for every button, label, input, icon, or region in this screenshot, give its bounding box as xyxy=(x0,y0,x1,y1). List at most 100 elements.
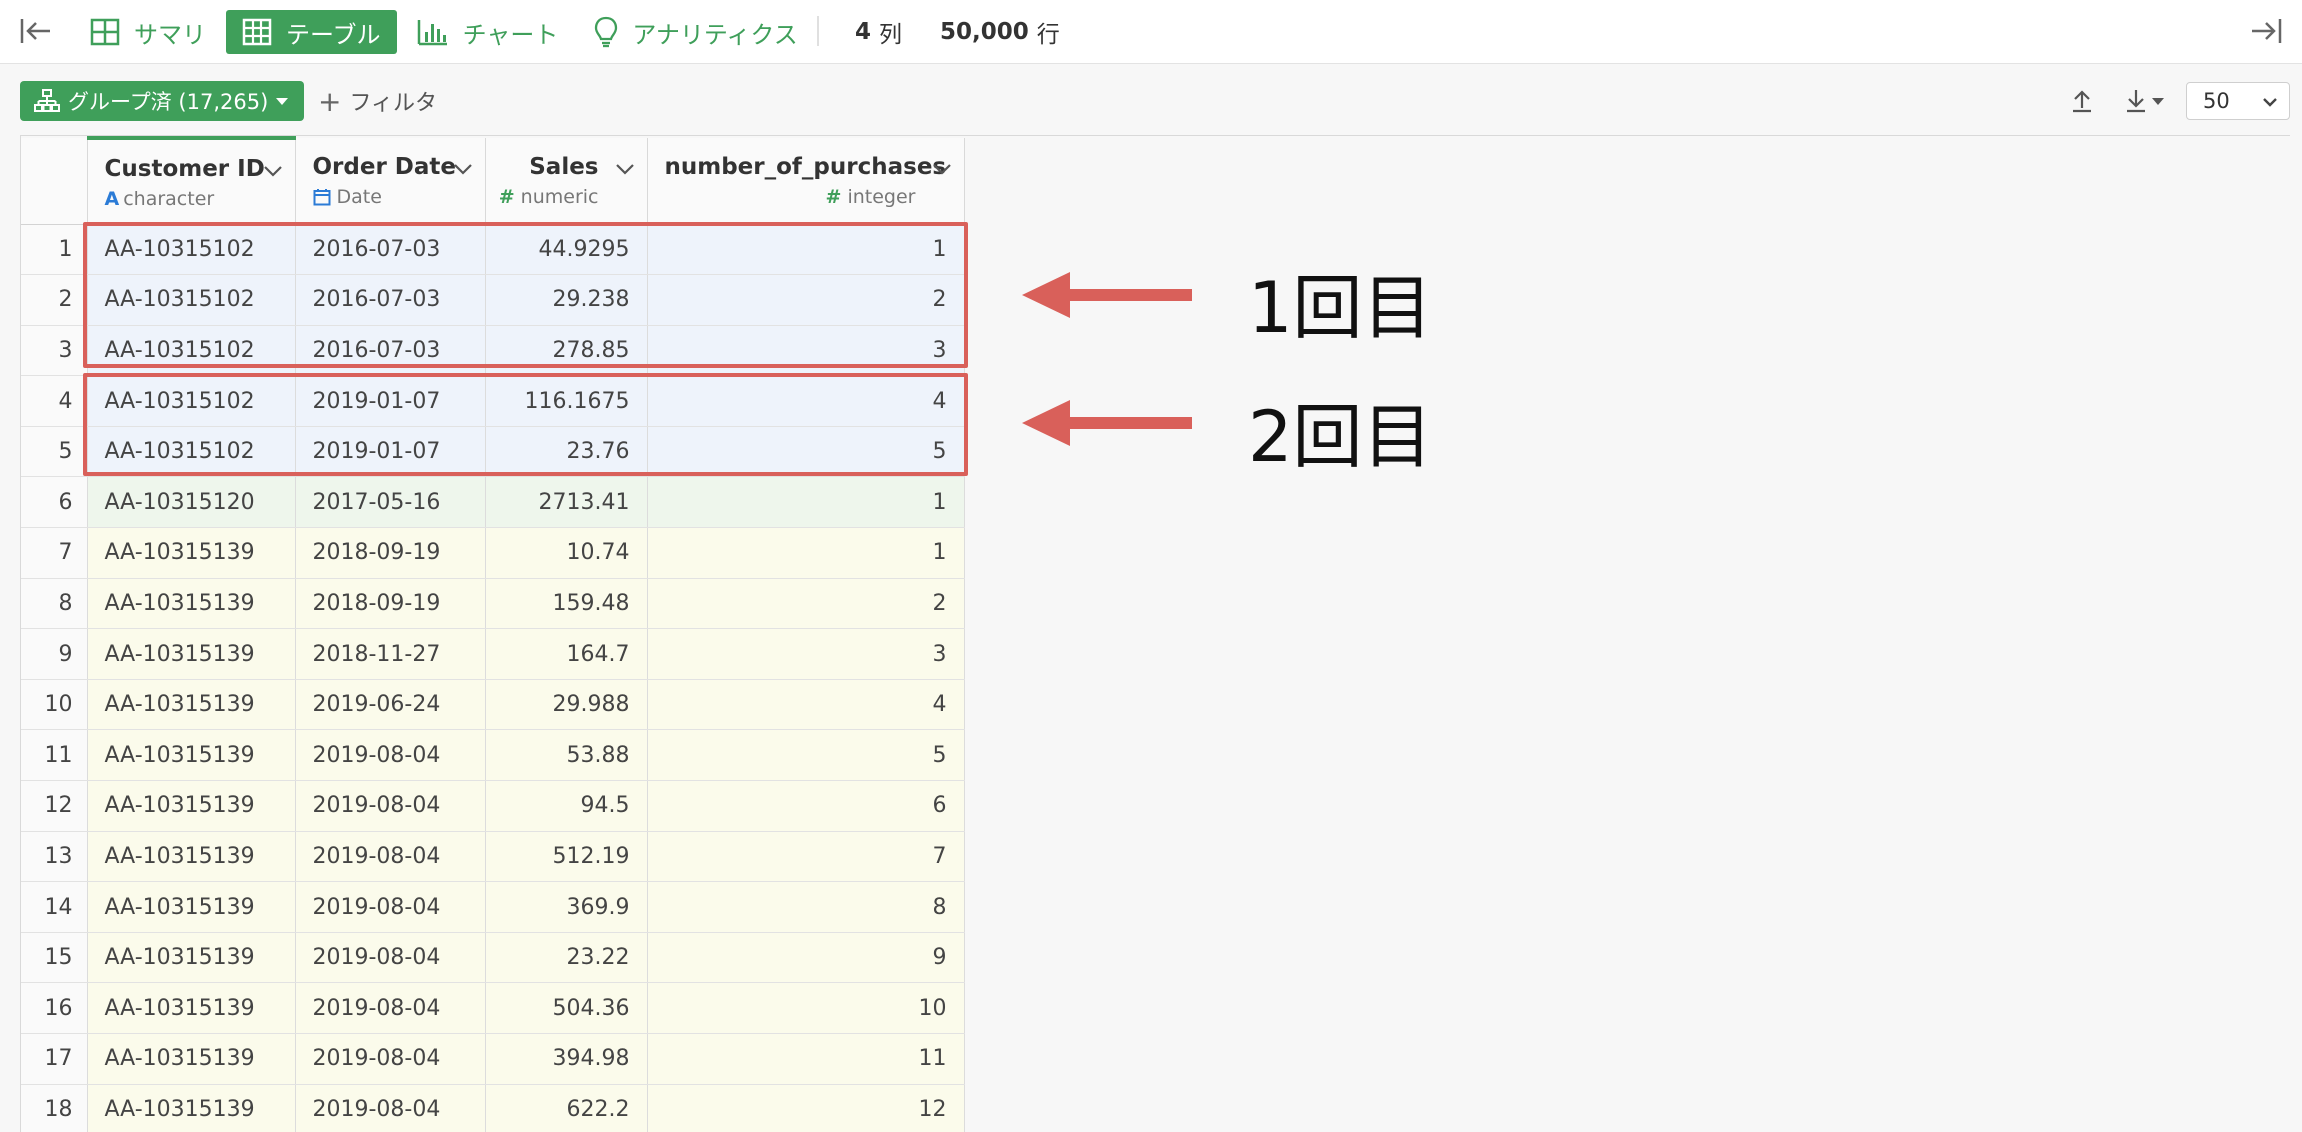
table-row[interactable]: 16 AA-10315139 2019-08-04 504.36 10 xyxy=(21,982,965,1034)
cell-sales[interactable]: 2713.41 xyxy=(485,476,648,529)
cell-order-date[interactable]: 2018-11-27 xyxy=(295,628,486,680)
cell-order-date[interactable]: 2019-08-04 xyxy=(295,831,486,883)
row-number[interactable]: 15 xyxy=(21,932,88,984)
table-row[interactable]: 8 AA-10315139 2018-09-19 159.48 2 xyxy=(21,578,965,630)
row-number[interactable]: 12 xyxy=(21,780,88,832)
collapse-right-icon[interactable] xyxy=(2250,16,2282,50)
upload-icon[interactable] xyxy=(2070,88,2094,118)
cell-order-date[interactable]: 2019-08-04 xyxy=(295,881,486,933)
cell-sales[interactable]: 164.7 xyxy=(485,628,648,680)
cell-sales[interactable]: 23.22 xyxy=(485,932,648,984)
row-number[interactable]: 9 xyxy=(21,628,88,680)
cell-customer-id[interactable]: AA-10315139 xyxy=(87,578,296,630)
cell-sales[interactable]: 53.88 xyxy=(485,729,648,782)
cell-sales[interactable]: 512.19 xyxy=(485,831,648,883)
cell-sales[interactable]: 622.2 xyxy=(485,1084,648,1132)
cell-customer-id[interactable]: AA-10315139 xyxy=(87,780,296,832)
chevron-down-icon[interactable] xyxy=(263,164,283,178)
cell-number-of-purchases[interactable]: 8 xyxy=(647,881,965,933)
cell-customer-id[interactable]: AA-10315120 xyxy=(87,476,296,529)
cell-order-date[interactable]: 2019-06-24 xyxy=(295,679,486,731)
cell-sales[interactable]: 369.9 xyxy=(485,881,648,933)
row-number[interactable]: 13 xyxy=(21,831,88,883)
cell-sales[interactable]: 29.988 xyxy=(485,679,648,731)
cell-number-of-purchases[interactable]: 11 xyxy=(647,1033,965,1085)
cell-customer-id[interactable]: AA-10315139 xyxy=(87,527,296,579)
chevron-down-icon[interactable] xyxy=(453,162,473,176)
cell-sales[interactable]: 94.5 xyxy=(485,780,648,832)
cell-customer-id[interactable]: AA-10315139 xyxy=(87,628,296,680)
table-row[interactable]: 17 AA-10315139 2019-08-04 394.98 11 xyxy=(21,1033,965,1085)
cell-order-date[interactable]: 2018-09-19 xyxy=(295,578,486,630)
grouped-button[interactable]: グループ済 (17,265) xyxy=(20,81,305,121)
cell-number-of-purchases[interactable]: 1 xyxy=(647,527,965,579)
table-row[interactable]: 15 AA-10315139 2019-08-04 23.22 9 xyxy=(21,932,965,984)
collapse-left-icon[interactable] xyxy=(20,16,52,50)
tab-summary[interactable]: サマリ xyxy=(74,10,222,54)
row-number[interactable]: 5 xyxy=(21,426,88,478)
cell-number-of-purchases[interactable]: 5 xyxy=(647,729,965,782)
cell-order-date[interactable]: 2019-08-04 xyxy=(295,729,486,782)
table-row[interactable]: 9 AA-10315139 2018-11-27 164.7 3 xyxy=(21,628,965,680)
column-header-customer-id[interactable]: Customer ID Acharacter xyxy=(87,136,296,225)
table-row[interactable]: 10 AA-10315139 2019-06-24 29.988 4 xyxy=(21,679,965,731)
cell-customer-id[interactable]: AA-10315139 xyxy=(87,982,296,1034)
row-number[interactable]: 7 xyxy=(21,527,88,579)
cell-order-date[interactable]: 2019-08-04 xyxy=(295,780,486,832)
row-number[interactable]: 17 xyxy=(21,1033,88,1085)
cell-number-of-purchases[interactable]: 3 xyxy=(647,628,965,680)
cell-customer-id[interactable]: AA-10315139 xyxy=(87,932,296,984)
row-number[interactable]: 10 xyxy=(21,679,88,731)
cell-order-date[interactable]: 2019-08-04 xyxy=(295,932,486,984)
row-number[interactable]: 16 xyxy=(21,982,88,1034)
table-row[interactable]: 6 AA-10315120 2017-05-16 2713.41 1 xyxy=(21,476,965,529)
row-number[interactable]: 1 xyxy=(21,224,88,276)
cell-sales[interactable]: 159.48 xyxy=(485,578,648,630)
cell-customer-id[interactable]: AA-10315139 xyxy=(87,679,296,731)
row-number[interactable]: 4 xyxy=(21,375,88,427)
chevron-down-icon[interactable] xyxy=(615,162,635,176)
table-row[interactable]: 11 AA-10315139 2019-08-04 53.88 5 xyxy=(21,729,965,782)
cell-customer-id[interactable]: AA-10315139 xyxy=(87,1033,296,1085)
cell-sales[interactable]: 504.36 xyxy=(485,982,648,1034)
cell-order-date[interactable]: 2017-05-16 xyxy=(295,476,486,529)
cell-order-date[interactable]: 2018-09-19 xyxy=(295,527,486,579)
cell-number-of-purchases[interactable]: 12 xyxy=(647,1084,965,1132)
table-row[interactable]: 12 AA-10315139 2019-08-04 94.5 6 xyxy=(21,780,965,832)
cell-number-of-purchases[interactable]: 7 xyxy=(647,831,965,883)
column-header-order-date[interactable]: Order Date Date xyxy=(295,138,486,225)
cell-number-of-purchases[interactable]: 6 xyxy=(647,780,965,832)
tab-chart[interactable]: チャート xyxy=(401,10,575,54)
cell-sales[interactable]: 10.74 xyxy=(485,527,648,579)
cell-number-of-purchases[interactable]: 1 xyxy=(647,476,965,529)
row-number[interactable]: 14 xyxy=(21,881,88,933)
row-number[interactable]: 11 xyxy=(21,729,88,782)
filter-button[interactable]: + フィルタ xyxy=(318,81,437,121)
tab-table[interactable]: テーブル xyxy=(226,10,397,54)
cell-customer-id[interactable]: AA-10315139 xyxy=(87,1084,296,1132)
table-row[interactable]: 13 AA-10315139 2019-08-04 512.19 7 xyxy=(21,831,965,883)
table-row[interactable]: 7 AA-10315139 2018-09-19 10.74 1 xyxy=(21,527,965,579)
row-number[interactable]: 3 xyxy=(21,325,88,377)
cell-order-date[interactable]: 2019-08-04 xyxy=(295,982,486,1034)
cell-customer-id[interactable]: AA-10315139 xyxy=(87,729,296,782)
table-row[interactable]: 14 AA-10315139 2019-08-04 369.9 8 xyxy=(21,881,965,933)
column-header-sales[interactable]: Sales # numeric xyxy=(485,138,648,225)
page-size-select[interactable]: 50 xyxy=(2186,82,2290,120)
download-icon[interactable] xyxy=(2124,88,2164,114)
table-row[interactable]: 18 AA-10315139 2019-08-04 622.2 12 xyxy=(21,1084,965,1132)
column-header-number-of-purchases[interactable]: number_of_purchases # integer xyxy=(647,138,965,225)
row-number[interactable]: 6 xyxy=(21,476,88,529)
cell-order-date[interactable]: 2019-08-04 xyxy=(295,1084,486,1132)
cell-number-of-purchases[interactable]: 2 xyxy=(647,578,965,630)
cell-order-date[interactable]: 2019-08-04 xyxy=(295,1033,486,1085)
row-number[interactable]: 8 xyxy=(21,578,88,630)
cell-customer-id[interactable]: AA-10315139 xyxy=(87,831,296,883)
row-number[interactable]: 2 xyxy=(21,274,88,326)
cell-number-of-purchases[interactable]: 10 xyxy=(647,982,965,1034)
cell-number-of-purchases[interactable]: 4 xyxy=(647,679,965,731)
tab-analytics[interactable]: アナリティクス xyxy=(578,10,813,54)
cell-sales[interactable]: 394.98 xyxy=(485,1033,648,1085)
cell-number-of-purchases[interactable]: 9 xyxy=(647,932,965,984)
row-number[interactable]: 18 xyxy=(21,1084,88,1132)
